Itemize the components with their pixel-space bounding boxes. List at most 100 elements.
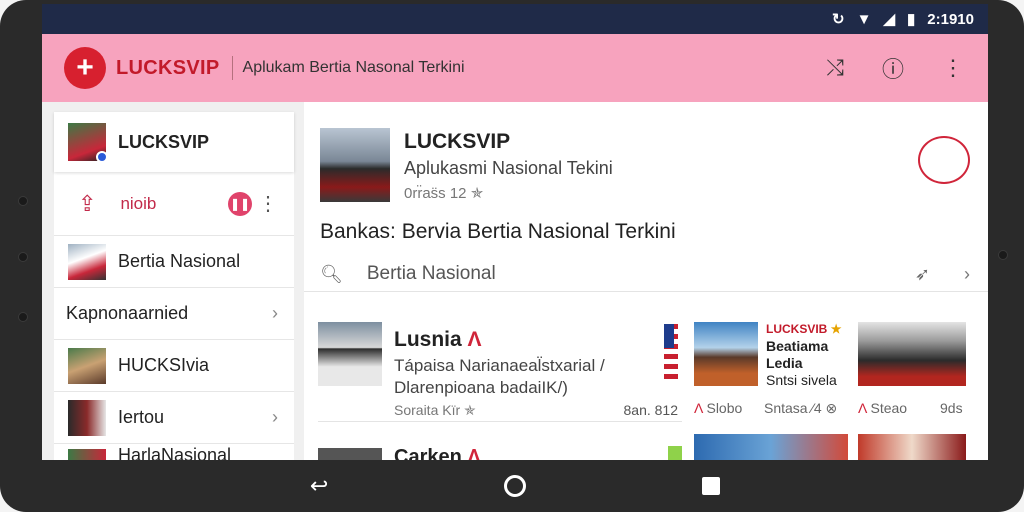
sidebar-item[interactable]: Kapnonaarnied › xyxy=(54,288,294,340)
search-label: Bertia Nasional xyxy=(366,263,496,284)
news-title-line: Sntsi sivela xyxy=(766,372,837,388)
main-content: LUCKSVIP Aplukasmi Nasional Tekini 0rr̈a… xyxy=(304,102,988,460)
more-vert-icon[interactable]: ⋮ xyxy=(942,55,964,81)
news-brand-text: LUCKSVIB xyxy=(766,322,828,336)
item-thumbnail xyxy=(68,243,106,280)
pause-icon[interactable]: ❚❚ xyxy=(228,191,252,216)
sidebar-item[interactable]: HUCKSIvia xyxy=(54,340,294,392)
news-title: Carken Λ xyxy=(394,446,481,460)
news-source: Λ Slobo xyxy=(694,400,742,416)
sync-icon: ↻ xyxy=(832,11,845,28)
sidebar-item-label: Kapnonaarnied xyxy=(66,303,189,323)
signal-icon: ◢ xyxy=(883,11,896,28)
battery-icon: ▮ xyxy=(907,11,916,28)
news-title-line: Beatiama xyxy=(766,338,829,354)
accent-mark: Λ xyxy=(467,328,482,351)
chevron-right-icon: › xyxy=(272,407,278,427)
news-image[interactable] xyxy=(858,434,966,460)
post-thumbnail[interactable] xyxy=(320,128,390,202)
news-image xyxy=(318,322,382,386)
news-source-text: Slobo xyxy=(706,400,743,416)
shuffle-icon[interactable]: ⤭ xyxy=(826,55,844,81)
chat-icon[interactable] xyxy=(918,136,970,184)
news-card[interactable]: Carken Λ xyxy=(318,432,682,460)
bezel-sensor xyxy=(18,312,28,322)
news-title: Lusnia Λ xyxy=(394,328,482,352)
info-icon[interactable]: ⓘ xyxy=(882,52,904,84)
verified-badge-icon xyxy=(96,151,108,163)
bezel-camera xyxy=(998,250,1008,260)
news-title-text: Carken xyxy=(394,446,462,460)
item-thumbnail xyxy=(68,347,106,384)
chevron-right-icon[interactable]: › xyxy=(964,264,970,285)
status-badge xyxy=(668,446,682,460)
news-title-line: Ledia xyxy=(766,355,803,371)
news-image[interactable] xyxy=(694,434,848,460)
news-source-text: Steao xyxy=(870,400,908,416)
item-thumbnail xyxy=(68,448,106,460)
news-time: 9ds xyxy=(940,400,963,416)
post-title: LUCKSVIP xyxy=(404,130,511,153)
recents-icon[interactable] xyxy=(702,477,721,495)
news-card[interactable]: LUCKSVIB ★ Beatiama Ledia Sntsi sivela Λ… xyxy=(694,322,850,422)
wifi-icon: ▼ xyxy=(856,10,872,28)
post-headline: Bankas: Bervia Bertia Nasional Terkini xyxy=(320,220,676,243)
status-bar: ↻ ▼ ◢ ▮ 2:1910 xyxy=(42,4,988,34)
app-logo[interactable]: + xyxy=(64,47,106,89)
news-time: 8an. 812 xyxy=(623,402,679,418)
sidebar-item-label: Iertou xyxy=(118,407,165,427)
star-icon: ★ xyxy=(830,322,842,336)
bezel-camera xyxy=(18,252,28,262)
share-icon[interactable]: ➶ xyxy=(915,264,930,285)
news-image xyxy=(318,448,382,460)
app-brand: LUCKSVIP xyxy=(116,56,220,79)
news-time: Sntasa ⁄4 ⊗ xyxy=(764,400,838,416)
sidebar-item[interactable]: Iertou › xyxy=(54,392,294,444)
chevron-right-icon: › xyxy=(272,303,278,323)
news-card[interactable]: Λ Steao 9ds xyxy=(858,322,974,422)
app-bar: + LUCKSVIP Aplukam Bertia Nasonal Terkin… xyxy=(42,34,988,102)
news-title-text: Lusnia xyxy=(394,328,462,351)
news-image xyxy=(694,322,758,386)
profile-name: LUCKSVIP xyxy=(118,131,210,152)
sidebar-item[interactable]: Bertia Nasional xyxy=(54,236,294,288)
news-card[interactable]: Lusnia Λ Tápaisa Narianaeal̈stxarial / D… xyxy=(318,322,682,422)
divider xyxy=(231,56,233,80)
system-nav-bar: ↩ xyxy=(42,460,988,512)
post-header: LUCKSVIP Aplukasmi Nasional Tekini 0rr̈a… xyxy=(304,102,988,292)
more-vert-icon[interactable]: ⋮ xyxy=(258,191,278,216)
accent-mark: Λ xyxy=(467,446,481,460)
back-icon[interactable]: ↩ xyxy=(310,473,328,499)
sidebar-item-label: Bertia Nasional xyxy=(118,251,241,271)
news-image xyxy=(858,322,966,386)
search-icon: 🔍︎ xyxy=(320,263,343,284)
clock: 2:1910 xyxy=(927,10,974,28)
sidebar-profile[interactable]: LUCKSVIP xyxy=(54,112,294,172)
news-brand: LUCKSVIB ★ xyxy=(766,322,841,336)
screen: ↻ ▼ ◢ ▮ 2:1910 + LUCKSVIP Aplukam Bertia… xyxy=(42,4,988,460)
news-excerpt-line: Tápaisa Narianaeal̈stxarial / xyxy=(394,356,605,375)
sidebar-item[interactable]: HarlaNasional xyxy=(54,444,294,460)
home-icon[interactable] xyxy=(504,475,527,497)
tablet-frame: ↻ ▼ ◢ ▮ 2:1910 + LUCKSVIP Aplukam Bertia… xyxy=(0,0,1024,512)
news-source: Soraita Kïr ✯ xyxy=(394,402,476,418)
app-bar-actions: ⤭ ⓘ ⋮ xyxy=(826,34,964,102)
accent-mark: Λ xyxy=(858,400,867,416)
avatar xyxy=(68,123,108,163)
share-icon[interactable]: ⇪ xyxy=(78,191,96,217)
sidebar-actions: ⇪ nioib ❚❚ ⋮ xyxy=(54,172,294,236)
accent-mark: Λ xyxy=(694,400,703,416)
sidebar-action-label[interactable]: nioib xyxy=(120,194,156,214)
item-thumbnail xyxy=(68,399,106,436)
app-subtitle: Aplukam Bertia Nasonal Terkini xyxy=(242,59,465,76)
sidebar-item-label: HarlaNasional xyxy=(118,445,232,460)
sidebar-item-label: HUCKSIvia xyxy=(118,355,210,375)
news-source: Λ Steao xyxy=(858,400,907,416)
sidebar: LUCKSVIP ⇪ nioib ❚❚ ⋮ Bertia Nasional Ka… xyxy=(54,112,294,460)
post-meta: 0rr̈as̈s 12 ✯ xyxy=(404,185,484,202)
post-subtitle: Aplukasmi Nasional Tekini xyxy=(404,158,613,178)
search-row[interactable]: 🔍︎ Bertia Nasional ➶ › xyxy=(320,262,970,286)
flag-icon xyxy=(664,324,678,382)
bezel-sensor xyxy=(18,196,28,206)
news-excerpt-line: Dlarenpioana badaiIK/) xyxy=(394,378,568,397)
